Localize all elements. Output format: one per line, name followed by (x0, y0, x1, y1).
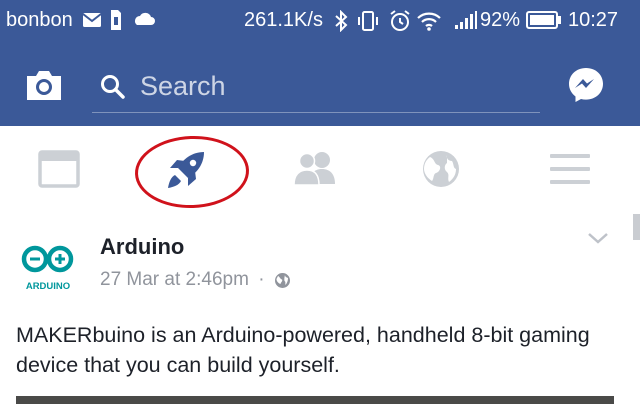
wifi-icon (417, 12, 441, 31)
hamburger-icon (550, 154, 590, 184)
signal-icon (455, 11, 477, 29)
battery-percent: 92% (480, 9, 521, 31)
carrier-name: bonbon (6, 9, 73, 31)
post-author[interactable]: Arduino (100, 234, 184, 260)
search-input[interactable]: Search (92, 62, 540, 113)
meta-separator: · (258, 269, 265, 290)
status-bar: bonbon 261.1K/s 92% 10:27 (0, 0, 640, 42)
tab-bar (0, 126, 640, 216)
sim-icon (111, 10, 121, 30)
post-meta: 27 Mar at 2:46pm · (100, 268, 291, 292)
app-header: Search (0, 42, 640, 126)
privacy-globe-icon (274, 272, 290, 288)
chevron-down-icon[interactable] (586, 230, 610, 246)
post-image[interactable] (16, 396, 614, 404)
tab-notifications[interactable] (380, 126, 500, 212)
avatar-label: ARDUINO (26, 281, 70, 292)
messenger-icon[interactable] (567, 66, 605, 104)
globe-icon (423, 151, 459, 187)
camera-icon[interactable] (24, 68, 64, 102)
tab-friends[interactable] (254, 126, 374, 212)
tab-menu[interactable] (520, 126, 640, 212)
scrollbar[interactable] (633, 214, 640, 240)
post-body: MAKERbuino is an Arduino-powered, handhe… (16, 323, 590, 377)
newsfeed-icon (38, 150, 80, 188)
mail-icon (82, 13, 102, 27)
battery-icon (526, 11, 561, 29)
cloud-icon (135, 12, 155, 25)
friends-icon (293, 152, 335, 186)
clock: 10:27 (568, 9, 619, 31)
tab-news-feed[interactable] (0, 126, 120, 212)
alarm-icon (390, 10, 410, 31)
news-feed: ARDUINO Arduino 27 Mar at 2:46pm · MAKER… (0, 214, 640, 404)
avatar[interactable]: ARDUINO (16, 234, 82, 300)
network-speed: 261.1K/s (244, 9, 323, 31)
post-timestamp[interactable]: 27 Mar at 2:46pm (100, 269, 249, 290)
search-icon (101, 75, 125, 99)
search-placeholder: Search (140, 71, 226, 101)
bluetooth-icon (335, 10, 348, 32)
vibrate-icon (358, 11, 378, 31)
